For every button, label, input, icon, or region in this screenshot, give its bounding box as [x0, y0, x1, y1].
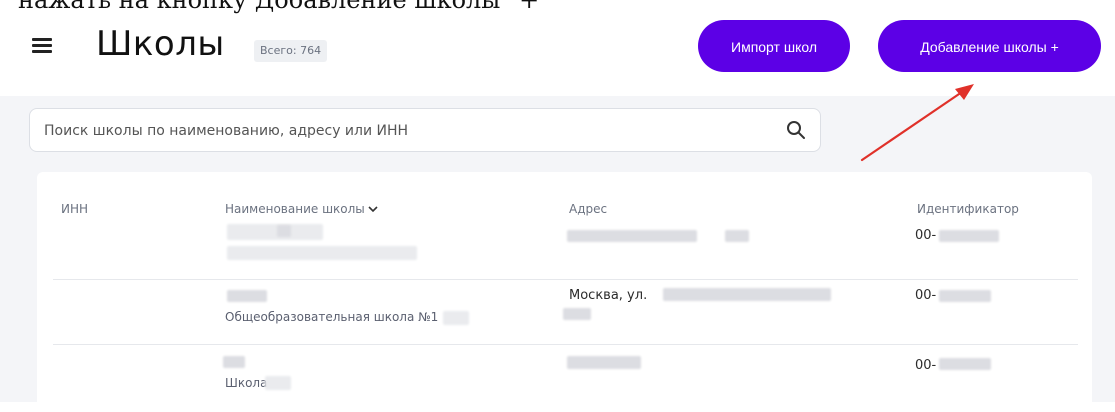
- row-divider: [53, 279, 1078, 280]
- hamburger-icon[interactable]: [32, 38, 52, 54]
- redacted-address: [567, 356, 641, 369]
- search-input[interactable]: [42, 109, 766, 153]
- redacted-address: [567, 230, 697, 242]
- redacted-inn: [227, 290, 267, 302]
- redacted-inn: [223, 356, 245, 368]
- redacted-address: [725, 230, 749, 242]
- redacted-id: [939, 290, 991, 302]
- schools-table: ИНН Наименование школы Адрес Идентификат…: [37, 172, 1092, 412]
- search-box: [29, 108, 821, 153]
- column-header-inn[interactable]: ИНН: [61, 202, 88, 216]
- page-title: Школы: [96, 24, 225, 64]
- main-content: ИНН Наименование школы Адрес Идентификат…: [0, 96, 1115, 412]
- redacted-name: [265, 376, 291, 390]
- redacted-address: [563, 308, 591, 320]
- redacted-address: [663, 288, 831, 301]
- add-school-button[interactable]: Добавление школы +: [878, 20, 1101, 72]
- search-icon[interactable]: [786, 120, 806, 140]
- school-name: Общеобразовательная школа №1: [225, 310, 439, 324]
- redacted-id: [939, 230, 999, 242]
- redacted-id: [939, 358, 991, 370]
- column-header-name[interactable]: Наименование школы: [225, 202, 378, 216]
- import-schools-button[interactable]: Импорт школ: [698, 20, 850, 72]
- school-id: 00-: [915, 358, 937, 373]
- school-name: Школа: [225, 376, 268, 390]
- redacted-name: [443, 311, 469, 325]
- instruction-caption: нажать на кнопку Добавление школы "+": [18, 0, 551, 14]
- column-header-address[interactable]: Адрес: [569, 202, 607, 216]
- redacted-inn: [277, 225, 291, 237]
- total-count-badge: Всего: 764: [254, 40, 328, 62]
- chevron-down-icon: [368, 206, 378, 213]
- school-id: 00-: [915, 228, 937, 243]
- column-header-name-label: Наименование школы: [225, 202, 365, 216]
- redacted-name: [227, 246, 417, 260]
- school-address: Москва, ул.: [569, 288, 648, 303]
- redacted-inn: [227, 224, 323, 240]
- column-header-id[interactable]: Идентификатор: [917, 202, 1019, 216]
- row-divider: [53, 344, 1078, 345]
- school-id: 00-: [915, 288, 937, 303]
- page-header: нажать на кнопку Добавление школы "+" Шк…: [0, 0, 1115, 96]
